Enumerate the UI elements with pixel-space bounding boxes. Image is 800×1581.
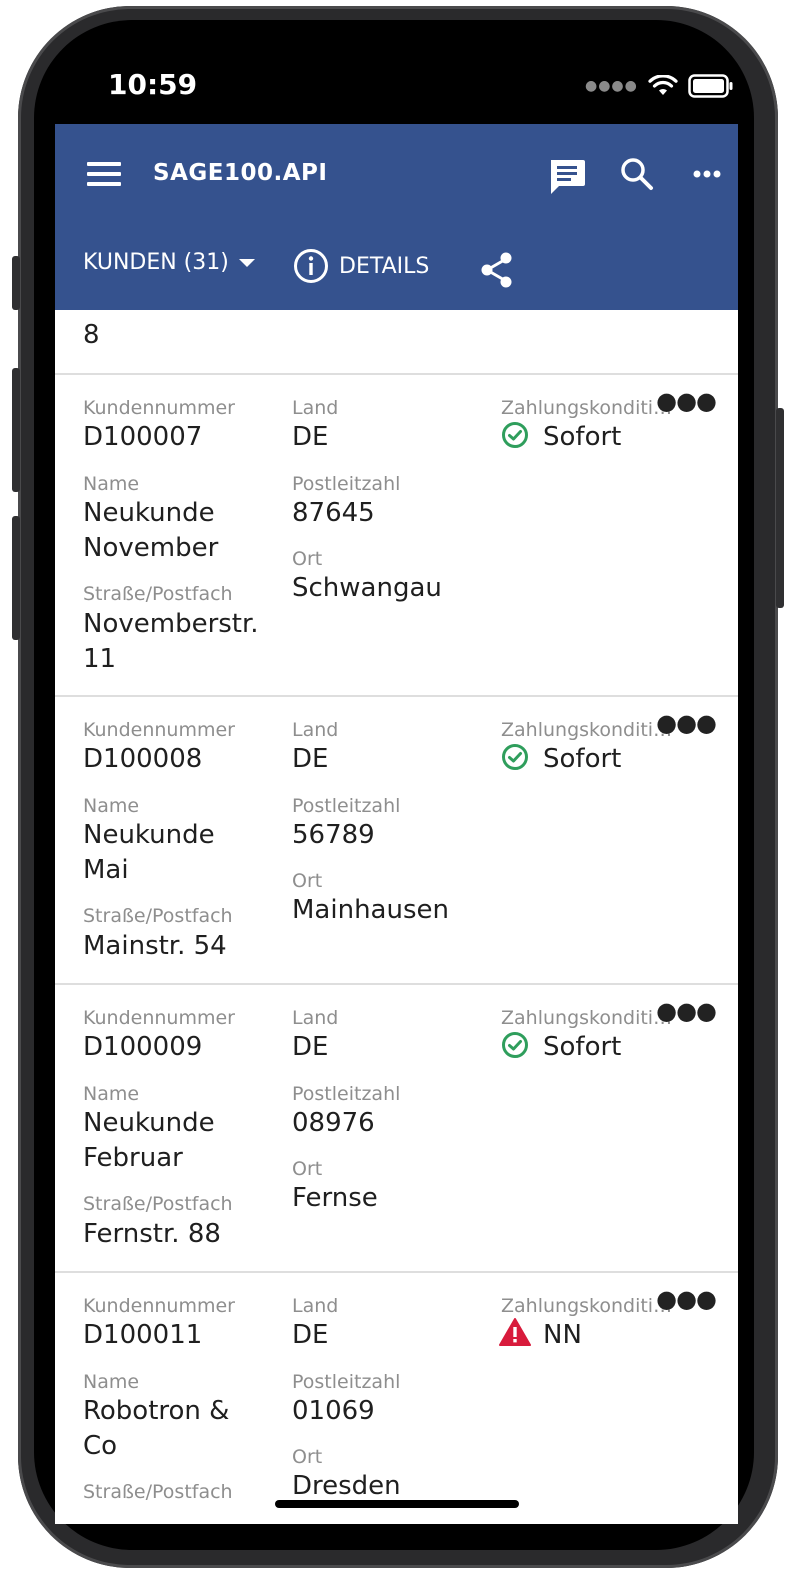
label-strasse: Straße/Postfach	[83, 583, 233, 605]
list-item[interactable]: Kundennummer D100007 Name Neukunde November S…	[55, 375, 738, 695]
warning-icon	[499, 1318, 531, 1346]
name-value-line2: November	[83, 533, 219, 563]
label-kundennummer: Kundennummer	[83, 1295, 235, 1317]
label-strasse: Straße/Postfach	[83, 1193, 233, 1215]
land-value: DE	[292, 1032, 329, 1062]
mute-switch	[12, 256, 20, 310]
label-strasse: Straße/Postfach	[83, 905, 233, 927]
ort-value: Dresden	[292, 1471, 401, 1501]
strasse-value-line2: 11	[83, 644, 117, 674]
label-postleitzahl: Postleitzahl	[292, 1083, 401, 1105]
strasse-value: Mainstr. 54	[83, 931, 227, 961]
name-value-line2: Co	[83, 1431, 118, 1461]
street-value: 8	[83, 320, 100, 350]
item-more-icon[interactable]: ●●●	[656, 997, 717, 1025]
kundennummer-value: D100008	[83, 744, 203, 774]
volume-down-button	[12, 516, 20, 640]
battery-icon	[688, 74, 733, 98]
menu-icon[interactable]	[87, 162, 121, 186]
chat-icon[interactable]	[547, 156, 587, 196]
check-circle-icon	[502, 744, 528, 770]
name-value-line2: Februar	[83, 1143, 183, 1173]
volume-up-button	[12, 368, 20, 492]
postleitzahl-value: 01069	[292, 1396, 375, 1426]
label-land: Land	[292, 397, 339, 419]
home-indicator[interactable]	[275, 1500, 519, 1508]
label-kundennummer: Kundennummer	[83, 1007, 235, 1029]
name-value: Robotron &	[83, 1396, 230, 1426]
status-time: 10:59	[108, 68, 198, 101]
label-land: Land	[292, 1295, 339, 1317]
list-item-partial[interactable]: 8	[55, 310, 738, 373]
label-name: Name	[83, 795, 140, 817]
label-zahlungskondition: Zahlungskonditi…	[501, 397, 673, 419]
ort-value: Schwangau	[292, 573, 442, 603]
label-ort: Ort	[292, 548, 323, 570]
details-label: DETAILS	[339, 253, 430, 279]
item-more-icon[interactable]: ●●●	[656, 1285, 717, 1313]
list-item[interactable]: Kundennummer D100011 Name Robotron & Co Straß…	[55, 1273, 738, 1524]
wifi-icon	[648, 75, 678, 95]
label-name: Name	[83, 473, 140, 495]
label-name: Name	[83, 1371, 140, 1393]
app-bar: SAGE100.API KUNDEN (31) DETAILS	[55, 124, 738, 310]
customer-list[interactable]: 8 Kundennummer D100007 Name Neukunde Novembe…	[55, 310, 738, 1524]
list-item[interactable]: Kundennummer D100008 Name Neukunde Mai Straße…	[55, 697, 738, 983]
app-title: SAGE100.API	[153, 160, 328, 186]
app-screen: 8 Kundennummer D100007 Name Neukunde Novembe…	[55, 124, 738, 1524]
label-postleitzahl: Postleitzahl	[292, 473, 401, 495]
postleitzahl-value: 56789	[292, 820, 375, 850]
zahlungskondition-value: Sofort	[543, 744, 622, 774]
list-item[interactable]: Kundennummer D100009 Name Neukunde Februar St…	[55, 985, 738, 1271]
label-strasse: Straße/Postfach	[83, 1481, 233, 1503]
name-value-line2: Mai	[83, 855, 129, 885]
power-button	[776, 408, 784, 608]
name-value: Neukunde	[83, 498, 215, 528]
entity-selector[interactable]: KUNDEN (31)	[83, 250, 257, 275]
status-indicators: ●●●●	[585, 70, 734, 102]
kundennummer-value: D100007	[83, 422, 203, 452]
postleitzahl-value: 87645	[292, 498, 375, 528]
caret-down-icon	[238, 258, 255, 267]
zahlungskondition-value: Sofort	[543, 422, 622, 452]
entity-selector-label: KUNDEN (31)	[83, 250, 229, 275]
ort-value: Fernse	[292, 1183, 378, 1213]
name-value: Neukunde	[83, 820, 215, 850]
more-options-icon[interactable]	[687, 154, 727, 194]
item-more-icon[interactable]: ●●●	[656, 387, 717, 415]
name-value: Neukunde	[83, 1108, 215, 1138]
zahlungskondition-value: Sofort	[543, 1032, 622, 1062]
label-postleitzahl: Postleitzahl	[292, 1371, 401, 1393]
label-kundennummer: Kundennummer	[83, 719, 235, 741]
details-button[interactable]: DETAILS	[293, 248, 429, 284]
label-ort: Ort	[292, 870, 323, 892]
label-kundennummer: Kundennummer	[83, 397, 235, 419]
label-postleitzahl: Postleitzahl	[292, 795, 401, 817]
kundennummer-value: D100011	[83, 1320, 203, 1350]
check-circle-icon	[502, 1032, 528, 1058]
land-value: DE	[292, 422, 329, 452]
label-ort: Ort	[292, 1158, 323, 1180]
signal-icon: ●●●●	[585, 78, 638, 94]
strasse-value: Fernstr. 88	[83, 1219, 221, 1249]
item-more-icon[interactable]: ●●●	[656, 709, 717, 737]
info-icon	[294, 249, 328, 283]
land-value: DE	[292, 1320, 329, 1350]
ort-value: Mainhausen	[292, 895, 449, 925]
land-value: DE	[292, 744, 329, 774]
label-zahlungskondition: Zahlungskonditi…	[501, 719, 673, 741]
check-circle-icon	[502, 422, 528, 448]
zahlungskondition-value: NN	[543, 1320, 582, 1350]
kundennummer-value: D100009	[83, 1032, 203, 1062]
label-zahlungskondition: Zahlungskonditi…	[501, 1007, 673, 1029]
strasse-value: Novemberstr.	[83, 609, 259, 639]
label-land: Land	[292, 1007, 339, 1029]
share-icon[interactable]	[477, 250, 517, 290]
label-land: Land	[292, 719, 339, 741]
search-icon[interactable]	[617, 154, 657, 194]
label-ort: Ort	[292, 1446, 323, 1468]
label-zahlungskondition: Zahlungskonditi…	[501, 1295, 673, 1317]
label-name: Name	[83, 1083, 140, 1105]
postleitzahl-value: 08976	[292, 1108, 375, 1138]
